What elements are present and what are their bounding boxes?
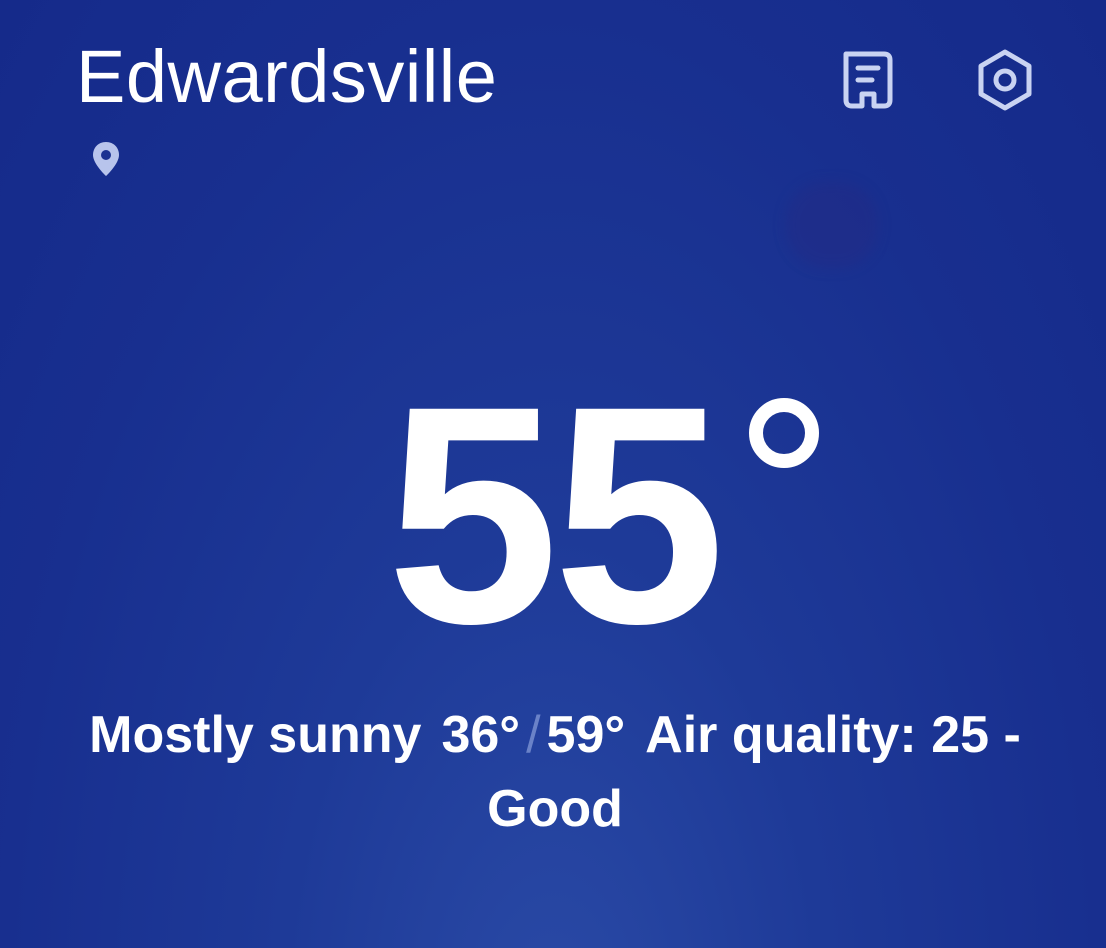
degree-symbol	[749, 398, 820, 468]
news-button[interactable]	[832, 44, 904, 116]
news-icon	[843, 51, 893, 109]
low-temp: 36°	[441, 706, 521, 764]
background-glow	[786, 182, 878, 268]
current-temperature: 55	[0, 360, 1106, 670]
location-pin-icon	[93, 142, 119, 176]
settings-button[interactable]	[969, 44, 1041, 116]
city-name[interactable]: Edwardsville	[76, 40, 497, 114]
temperature-value: 55	[386, 341, 726, 688]
weather-summary[interactable]: Mostly sunny 36°/59° Air quality: 25 - Goo…	[80, 698, 1030, 846]
condition-text: Mostly sunny	[89, 706, 422, 764]
settings-hex-icon	[978, 49, 1032, 111]
temp-separator: /	[526, 706, 541, 764]
high-temp: 59°	[546, 706, 626, 764]
